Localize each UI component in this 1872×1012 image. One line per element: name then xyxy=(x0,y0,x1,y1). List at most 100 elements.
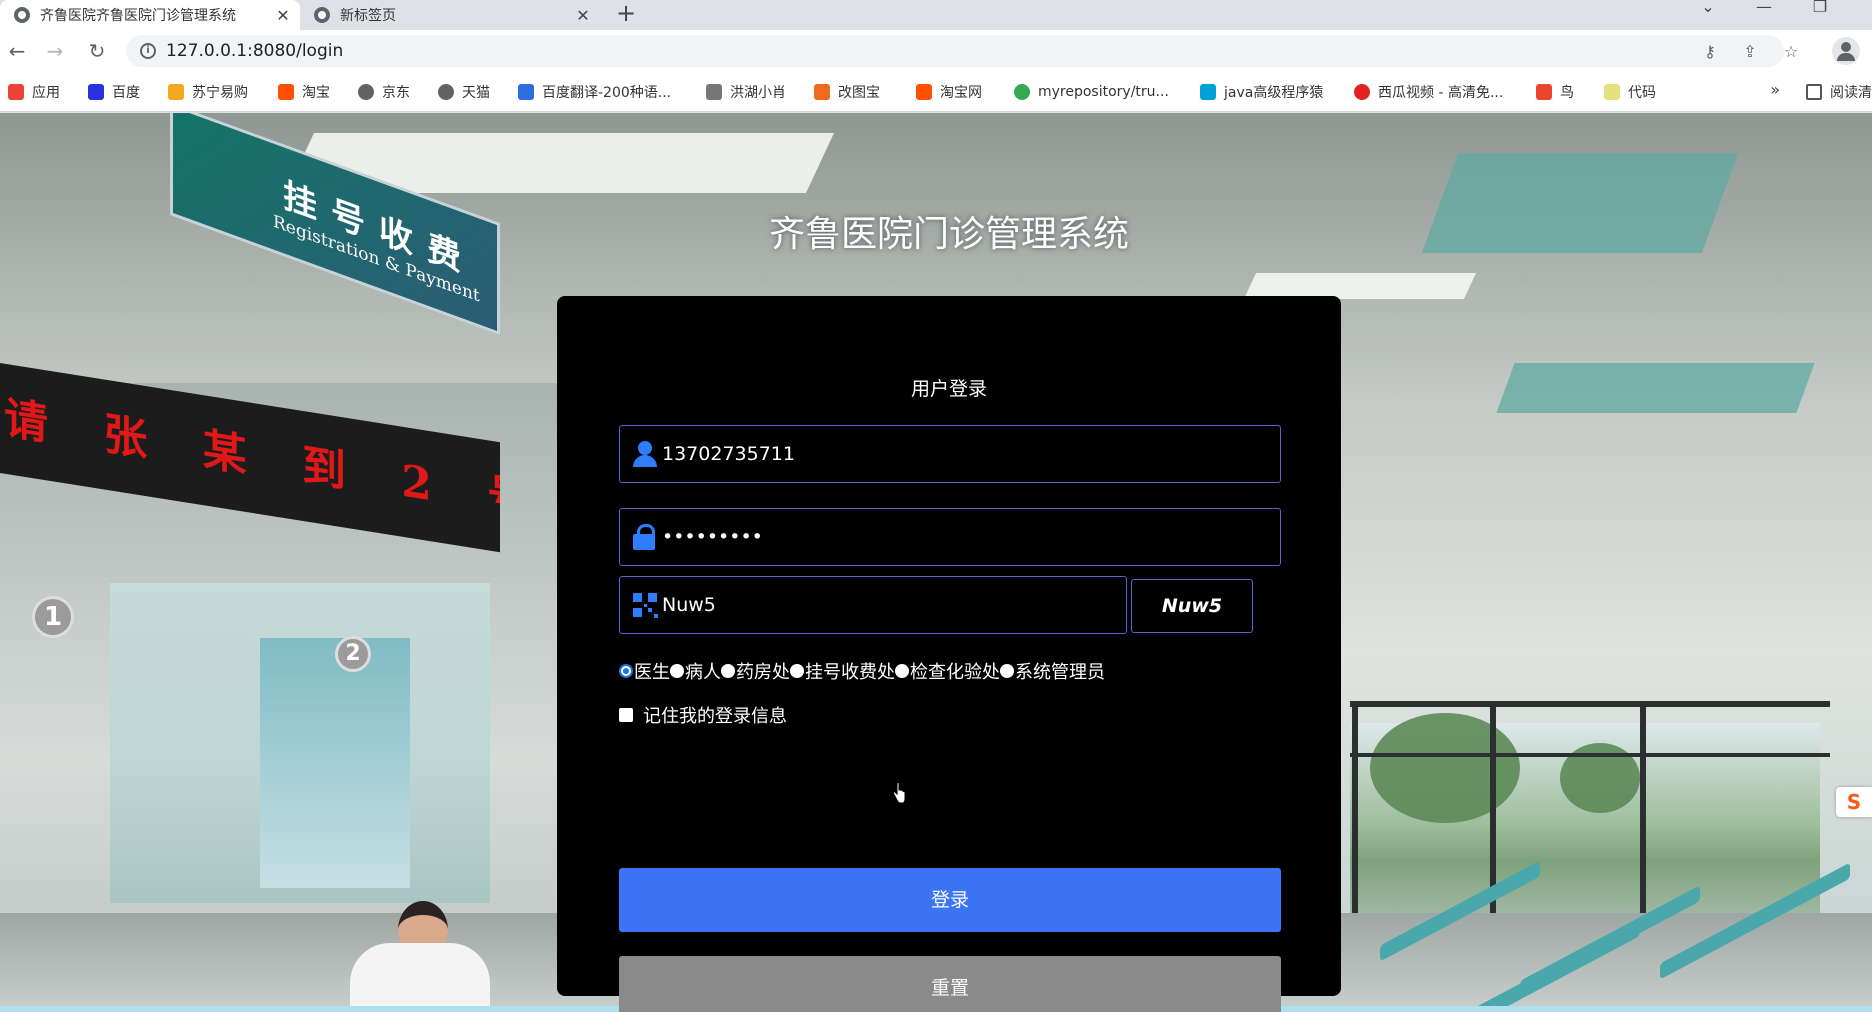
captcha-image[interactable]: Nuw5 xyxy=(1131,579,1253,633)
bookmark-gaitubao[interactable]: 改图宝 xyxy=(814,82,880,102)
captcha-field[interactable]: Nuw5 xyxy=(619,576,1127,634)
system-title: 齐鲁医院门诊管理系统 xyxy=(768,214,1129,255)
new-tab-button[interactable]: + xyxy=(612,0,640,30)
login-button[interactable]: 登录 xyxy=(619,868,1281,932)
bookmark-java[interactable]: java高级程序猿 xyxy=(1200,82,1323,102)
bookmark-baidu-translate[interactable]: 百度翻译-200种语... xyxy=(518,82,671,102)
bookmark-taobao[interactable]: 淘宝 xyxy=(278,82,330,102)
taobao-icon xyxy=(916,84,932,100)
radio-button[interactable] xyxy=(619,664,633,678)
bookmark-honghu[interactable]: 洪湖小肖 xyxy=(706,82,786,102)
remember-me[interactable]: 记住我的登录信息 xyxy=(619,702,787,728)
password-value: ••••••••• xyxy=(662,526,763,548)
reading-list-icon xyxy=(1806,84,1822,100)
role-label: 病人 xyxy=(685,662,721,683)
feather-icon xyxy=(706,84,722,100)
bookmark-jd[interactable]: 京东 xyxy=(358,82,410,102)
translate-icon xyxy=(518,84,534,100)
restore-button[interactable]: ❐ xyxy=(1800,0,1840,30)
close-icon[interactable]: ✕ xyxy=(572,6,594,25)
bookmark-label: 改图宝 xyxy=(838,85,880,101)
bookmark-baidu[interactable]: 百度 xyxy=(88,82,140,102)
role-option-registration[interactable]: 挂号收费处 xyxy=(790,658,895,684)
globe-icon xyxy=(438,84,454,100)
bookmark-label: 鸟 xyxy=(1560,85,1574,101)
bookmark-taobao-web[interactable]: 淘宝网 xyxy=(916,82,982,102)
tab-title: 新标签页 xyxy=(340,8,396,24)
login-panel: 用户登录 13702735711 ••••••••• Nuw5 Nuw5 医生 … xyxy=(557,296,1341,1012)
bookmark-label: myrepository/tru... xyxy=(1038,84,1169,100)
share-icon[interactable]: ⇪ xyxy=(1740,42,1760,62)
role-option-admin[interactable]: 系统管理员 xyxy=(1000,658,1105,684)
tab-bar: 齐鲁医院齐鲁医院门诊管理系统 ✕ 新标签页 ✕ + ⌄ — ❐ xyxy=(0,0,1872,30)
tab-active[interactable]: 齐鲁医院齐鲁医院门诊管理系统 ✕ xyxy=(0,0,300,30)
password-field[interactable]: ••••••••• xyxy=(619,508,1281,566)
role-option-pharmacy[interactable]: 药房处 xyxy=(721,658,790,684)
chrome-icon xyxy=(1014,84,1030,100)
radio-button[interactable] xyxy=(1000,664,1014,678)
globe-icon xyxy=(358,84,374,100)
radio-button[interactable] xyxy=(670,664,684,678)
window-frame xyxy=(1350,701,1830,707)
bookmark-label: 百度翻译-200种语... xyxy=(542,85,672,101)
apps-grid-icon xyxy=(8,84,24,100)
lock-icon xyxy=(630,522,660,552)
back-button[interactable]: ← xyxy=(2,36,32,66)
reset-button[interactable]: 重置 xyxy=(619,956,1281,1012)
role-label: 挂号收费处 xyxy=(805,662,895,683)
taobao-icon xyxy=(278,84,294,100)
role-label: 药房处 xyxy=(736,662,790,683)
bookmark-label: 淘宝网 xyxy=(940,85,982,101)
bookmark-label: 应用 xyxy=(32,85,60,101)
role-option-lab[interactable]: 检查化验处 xyxy=(895,658,1000,684)
code-icon xyxy=(1604,84,1620,100)
role-label: 系统管理员 xyxy=(1015,662,1105,683)
window-number-badge: 1 xyxy=(32,596,74,638)
bird-icon xyxy=(1536,84,1552,100)
role-label: 检查化验处 xyxy=(910,662,1000,683)
bookmark-label: 京东 xyxy=(382,85,410,101)
site-info-icon[interactable]: i xyxy=(140,43,156,59)
address-bar[interactable]: i 127.0.0.1:8080/login xyxy=(126,35,1784,67)
bookmark-xigua[interactable]: 西瓜视频 - 高清免... xyxy=(1354,82,1503,102)
bookmark-label: java高级程序猿 xyxy=(1224,85,1324,101)
reload-button[interactable]: ↻ xyxy=(82,36,112,66)
bookmark-myrepository[interactable]: myrepository/tru... xyxy=(1014,82,1169,102)
bookmark-bird[interactable]: 鸟 xyxy=(1536,82,1574,102)
remember-checkbox[interactable] xyxy=(619,708,633,722)
role-option-doctor[interactable]: 医生 xyxy=(619,658,670,684)
background-tree xyxy=(1370,713,1520,823)
bookmark-label: 代码 xyxy=(1628,85,1656,101)
forward-button[interactable]: → xyxy=(40,36,70,66)
reading-list-label: 阅读清 xyxy=(1830,85,1872,101)
minimize-button[interactable]: — xyxy=(1744,0,1784,30)
radio-button[interactable] xyxy=(721,664,735,678)
profile-avatar[interactable] xyxy=(1832,37,1860,65)
bookmark-code[interactable]: 代码 xyxy=(1604,82,1656,102)
remember-label: 记住我的登录信息 xyxy=(643,706,787,727)
login-form-title: 用户登录 xyxy=(910,378,987,400)
close-icon[interactable]: ✕ xyxy=(272,6,294,25)
page-viewport: 请 张 某 到 2 号 窗 口 挂号收费 Registration & Paym… xyxy=(0,113,1872,1012)
bookmark-star-icon[interactable]: ☆ xyxy=(1781,42,1801,62)
radio-button[interactable] xyxy=(790,664,804,678)
qr-code-icon xyxy=(630,590,660,620)
reading-list-button[interactable]: 阅读清 xyxy=(1806,82,1872,102)
radio-button[interactable] xyxy=(895,664,909,678)
sogou-widget-icon[interactable]: S xyxy=(1836,787,1872,817)
url-text: 127.0.0.1:8080/login xyxy=(166,41,344,61)
role-label: 医生 xyxy=(634,662,670,683)
globe-icon xyxy=(314,7,330,23)
bookmark-suning[interactable]: 苏宁易购 xyxy=(168,82,248,102)
bookmark-apps[interactable]: 应用 xyxy=(8,82,60,102)
bookmark-label: 天猫 xyxy=(462,85,490,101)
username-field[interactable]: 13702735711 xyxy=(619,425,1281,483)
key-icon[interactable]: ⚷ xyxy=(1700,42,1720,62)
bookmark-tmall[interactable]: 天猫 xyxy=(438,82,490,102)
bookmarks-overflow-button[interactable]: » xyxy=(1770,80,1780,99)
role-option-patient[interactable]: 病人 xyxy=(670,658,721,684)
tab-new-tab-page[interactable]: 新标签页 ✕ xyxy=(300,0,600,30)
bookmarks-bar: 应用 百度 苏宁易购 淘宝 京东 天猫 百度翻译-200种语... 洪湖小肖 改… xyxy=(0,72,1872,112)
tab-search-icon[interactable]: ⌄ xyxy=(1688,0,1728,30)
bookmark-label: 苏宁易购 xyxy=(192,85,248,101)
